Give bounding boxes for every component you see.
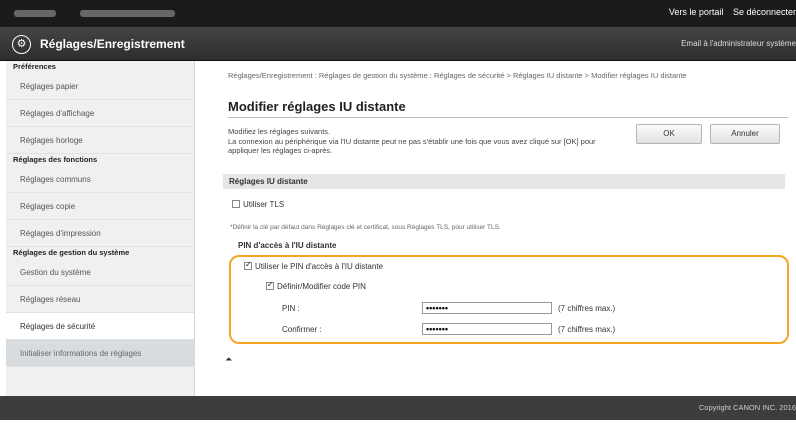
- gear-icon: ⚙: [12, 35, 31, 54]
- set-pin-label: Définir/Modifier code PIN: [277, 282, 366, 291]
- sidebar-item-copy[interactable]: Réglages copie: [6, 193, 194, 220]
- page-title: Modifier réglages IU distante: [228, 99, 788, 118]
- sidebar-item-paper[interactable]: Réglages papier: [6, 73, 194, 100]
- ok-button[interactable]: OK: [636, 124, 702, 144]
- footer: Copyright CANON INC. 2016: [0, 396, 796, 420]
- top-links: Vers le portail Se déconnecter: [662, 7, 796, 17]
- sidebar-item-clock[interactable]: Réglages horloge: [6, 127, 194, 154]
- pin-section-title: PIN d'accès à l'IU distante: [238, 241, 337, 250]
- sidebar-item-system-management[interactable]: Gestion du système: [6, 259, 194, 286]
- sidebar-group-functions: Réglages des fonctions: [13, 155, 98, 164]
- title-bar: ⚙ Réglages/Enregistrement Email à l'admi…: [0, 27, 796, 61]
- logout-link[interactable]: Se déconnecter: [733, 7, 796, 17]
- pin-hint: (7 chiffres max.): [558, 304, 616, 313]
- confirm-input[interactable]: •••••••: [422, 323, 552, 335]
- use-tls-label: Utiliser TLS: [243, 200, 285, 209]
- portal-link[interactable]: Vers le portail: [669, 7, 724, 17]
- arrow-top-icon[interactable]: ⏶: [225, 355, 232, 365]
- section-title: Réglages IU distante: [223, 174, 785, 189]
- sidebar-group-preferences: Préférences: [13, 62, 56, 71]
- copyright: Copyright CANON INC. 2016: [698, 403, 796, 412]
- sidebar-item-print[interactable]: Réglages d'impression: [6, 220, 194, 247]
- description-line: Modifiez les réglages suivants.: [228, 127, 331, 136]
- breadcrumb: Réglages/Enregistrement : Réglages de ge…: [228, 71, 687, 80]
- use-tls-checkbox[interactable]: [232, 200, 240, 208]
- pin-input[interactable]: •••••••: [422, 302, 552, 314]
- sidebar-item-network[interactable]: Réglages réseau: [6, 286, 194, 313]
- set-pin-checkbox[interactable]: [266, 280, 274, 290]
- sidebar-item-security[interactable]: Réglages de sécurité: [6, 313, 194, 340]
- pin-label: PIN :: [282, 304, 300, 313]
- use-tls-row: Utiliser TLS: [232, 200, 284, 209]
- confirm-hint: (7 chiffres max.): [558, 325, 616, 334]
- sidebar-group-system: Réglages de gestion du système: [13, 248, 130, 257]
- use-pin-label: Utiliser le PIN d'accès à l'IU distante: [255, 262, 383, 271]
- admin-email-link[interactable]: Email à l'administrateur système: [681, 39, 796, 48]
- sidebar-item-init-settings[interactable]: Initialiser informations de réglages: [6, 340, 194, 367]
- blurred-text: [14, 10, 56, 17]
- description: Modifiez les réglages suivants. La conne…: [228, 127, 628, 156]
- set-pin-row: Définir/Modifier code PIN: [266, 280, 366, 291]
- main-content: Réglages/Enregistrement : Réglages de ge…: [196, 61, 796, 396]
- tls-note: *Définir la clé par défaut dans Réglages…: [230, 224, 501, 231]
- description-line: La connexion au périphérique via l'IU di…: [228, 136, 596, 156]
- sidebar: Préférences Réglages papier Réglages d'a…: [6, 61, 195, 396]
- use-pin-checkbox[interactable]: [244, 260, 252, 270]
- sidebar-item-common[interactable]: Réglages communs: [6, 166, 194, 193]
- confirm-label: Confirmer :: [282, 325, 322, 334]
- blurred-text: [80, 10, 175, 17]
- app-title: Réglages/Enregistrement: [40, 37, 185, 51]
- use-pin-row: Utiliser le PIN d'accès à l'IU distante: [244, 260, 383, 271]
- top-bar: Vers le portail Se déconnecter: [0, 0, 796, 27]
- cancel-button[interactable]: Annuler: [710, 124, 780, 144]
- sidebar-item-display[interactable]: Réglages d'affichage: [6, 100, 194, 127]
